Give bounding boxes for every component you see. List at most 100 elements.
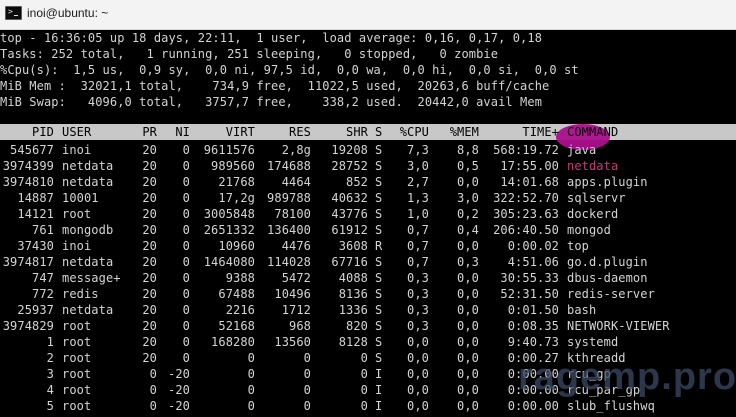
cell-mem: 0,0 (457, 351, 479, 365)
cell-command: redis-server (567, 287, 655, 301)
cell-cpu: 0,3 (407, 303, 429, 317)
cell-mem: 3,0 (457, 191, 479, 205)
process-row[interactable]: 3974829 root 20 0 52168 968 820 S 0,3 0,0 0:08.35 N… (0, 318, 736, 334)
cell-ni: 0 (182, 191, 190, 205)
cell-shr: 0 (360, 351, 368, 365)
cell-res: 968 (289, 319, 311, 333)
cell-pr: 20 (142, 191, 157, 205)
cell-pid: 14887 (17, 191, 54, 205)
cell-ni: 0 (182, 319, 190, 333)
cell-user: root (62, 367, 92, 381)
cell-pr: 20 (142, 319, 157, 333)
cell-mem: 0,0 (457, 239, 479, 253)
cell-state: S (375, 303, 383, 317)
cell-shr: 3608 (338, 239, 368, 253)
cell-state: S (375, 287, 383, 301)
window-titlebar[interactable]: > inoi@ubuntu: ~ (0, 0, 736, 30)
col-header-pr: PR (142, 125, 157, 139)
process-row[interactable]: 14887 10001 20 0 17,2g 989788 40632 S 1,3 3,0 322:… (0, 190, 736, 206)
cell-mem: 0,0 (457, 335, 479, 349)
cell-cpu: 1,0 (407, 207, 429, 221)
cell-state: I (375, 399, 383, 413)
cell-time: 14:01.68 (500, 175, 559, 189)
cell-virt: 17,2g (218, 191, 255, 205)
cell-command: top (567, 239, 589, 253)
process-row[interactable]: 25937 netdata 20 0 2216 1712 1336 S 0,3 0,0 0:01.5… (0, 302, 736, 318)
cell-res: 114028 (267, 255, 311, 269)
cell-ni: -20 (168, 399, 190, 413)
cell-shr: 0 (360, 399, 368, 413)
cell-cpu: 0,7 (407, 223, 429, 237)
cell-pr: 20 (142, 143, 157, 157)
cell-mem: 0,0 (457, 271, 479, 285)
process-row[interactable]: 3974399 netdata 20 0 989560 174688 28752 S 3,0 0,… (0, 158, 736, 174)
process-row[interactable]: 3974817 netdata 20 0 1464080 114028 67716 S 0,7 0… (0, 254, 736, 270)
cell-virt: 1464080 (203, 255, 255, 269)
cell-res: 989788 (267, 191, 311, 205)
cell-command: mongod (567, 223, 611, 237)
process-row[interactable]: 37430 inoi 20 0 10960 4476 3608 R 0,7 0,0 0:00.02 t… (0, 238, 736, 254)
cell-mem: 0,0 (457, 399, 479, 413)
cell-pr: 20 (142, 287, 157, 301)
cell-ni: 0 (182, 207, 190, 221)
cell-ni: 0 (182, 239, 190, 253)
cell-user: root (62, 319, 92, 333)
cell-res: 13560 (274, 335, 311, 349)
cell-user: inoi (62, 239, 92, 253)
cell-cpu: 0,3 (407, 319, 429, 333)
cell-mem: 0,5 (457, 159, 479, 173)
cell-mem: 0,3 (457, 255, 479, 269)
cell-user: root (62, 383, 92, 397)
process-row[interactable]: 761 mongodb 20 0 2651332 136400 61912 S 0,7 0,4 20… (0, 222, 736, 238)
cell-pid: 4 (46, 383, 54, 397)
cell-shr: 19208 (331, 143, 368, 157)
cell-mem: 0,0 (457, 287, 479, 301)
process-row[interactable]: 545677 inoi 20 0 9611576 2,8g 19208 S 7,3 8,8 568:… (0, 142, 736, 158)
col-header-res: RES (289, 125, 311, 139)
cell-ni: 0 (182, 287, 190, 301)
cell-cpu: 0,7 (407, 239, 429, 253)
process-row[interactable]: 772 redis 20 0 67488 10496 8136 S 0,3 0,0 52:31.50… (0, 286, 736, 302)
process-row[interactable]: 1 root 20 0 168280 13560 8128 S 0,0 0,0 9:40.73 sys… (0, 334, 736, 350)
cell-command: sqlservr (567, 191, 626, 205)
cell-pr: 0 (149, 383, 157, 397)
cell-res: 174688 (267, 159, 311, 173)
cell-time: 0:00.00 (507, 399, 559, 413)
summary-cpu: %Cpu(s): 1,5 us, 0,9 sy, 0,0 ni, 97,5 id… (0, 63, 579, 77)
cell-ni: 0 (182, 271, 190, 285)
cell-time: 52:31.50 (500, 287, 559, 301)
cell-user: inoi (62, 143, 92, 157)
cell-shr: 1336 (338, 303, 368, 317)
cell-mem: 0,0 (457, 303, 479, 317)
cell-virt: 0 (247, 399, 255, 413)
cell-cpu: 0,0 (407, 399, 429, 413)
cell-pid: 5 (46, 399, 54, 413)
cell-virt: 168280 (211, 335, 255, 349)
cell-virt: 0 (247, 383, 255, 397)
process-row[interactable]: 14121 root 20 0 3005848 78100 43776 S 1,0 0,2 305:… (0, 206, 736, 222)
process-row[interactable]: 3974810 netdata 20 0 21768 4464 852 S 2,7 0,0 14:0… (0, 174, 736, 190)
cell-user: message+ (62, 271, 121, 285)
cell-ni: -20 (168, 367, 190, 381)
cell-command: go.d.plugin (567, 255, 648, 269)
cell-shr: 43776 (331, 207, 368, 221)
process-row[interactable]: 5 root 0 -20 0 0 0 I 0,0 0,0 0:00.00 slub_flushwq (0, 398, 736, 414)
cell-ni: 0 (182, 143, 190, 157)
cell-time: 305:23.63 (493, 207, 559, 221)
cell-res: 10496 (274, 287, 311, 301)
cell-state: S (375, 207, 383, 221)
cell-ni: -20 (168, 383, 190, 397)
cell-res: 0 (303, 367, 311, 381)
watermark: ragemp.pro (518, 356, 736, 398)
cell-state: S (375, 271, 383, 285)
cell-ni: 0 (182, 351, 190, 365)
cell-cpu: 0,0 (407, 351, 429, 365)
process-row[interactable]: 747 message+ 20 0 9388 5472 4088 S 0,3 0,0 30:55.3… (0, 270, 736, 286)
cell-cpu: 2,7 (407, 175, 429, 189)
cell-user: netdata (62, 175, 114, 189)
cell-virt: 2216 (225, 303, 255, 317)
cell-pid: 1 (46, 335, 54, 349)
cell-res: 4464 (281, 175, 311, 189)
cell-mem: 0,0 (457, 175, 479, 189)
cell-shr: 4088 (338, 271, 368, 285)
